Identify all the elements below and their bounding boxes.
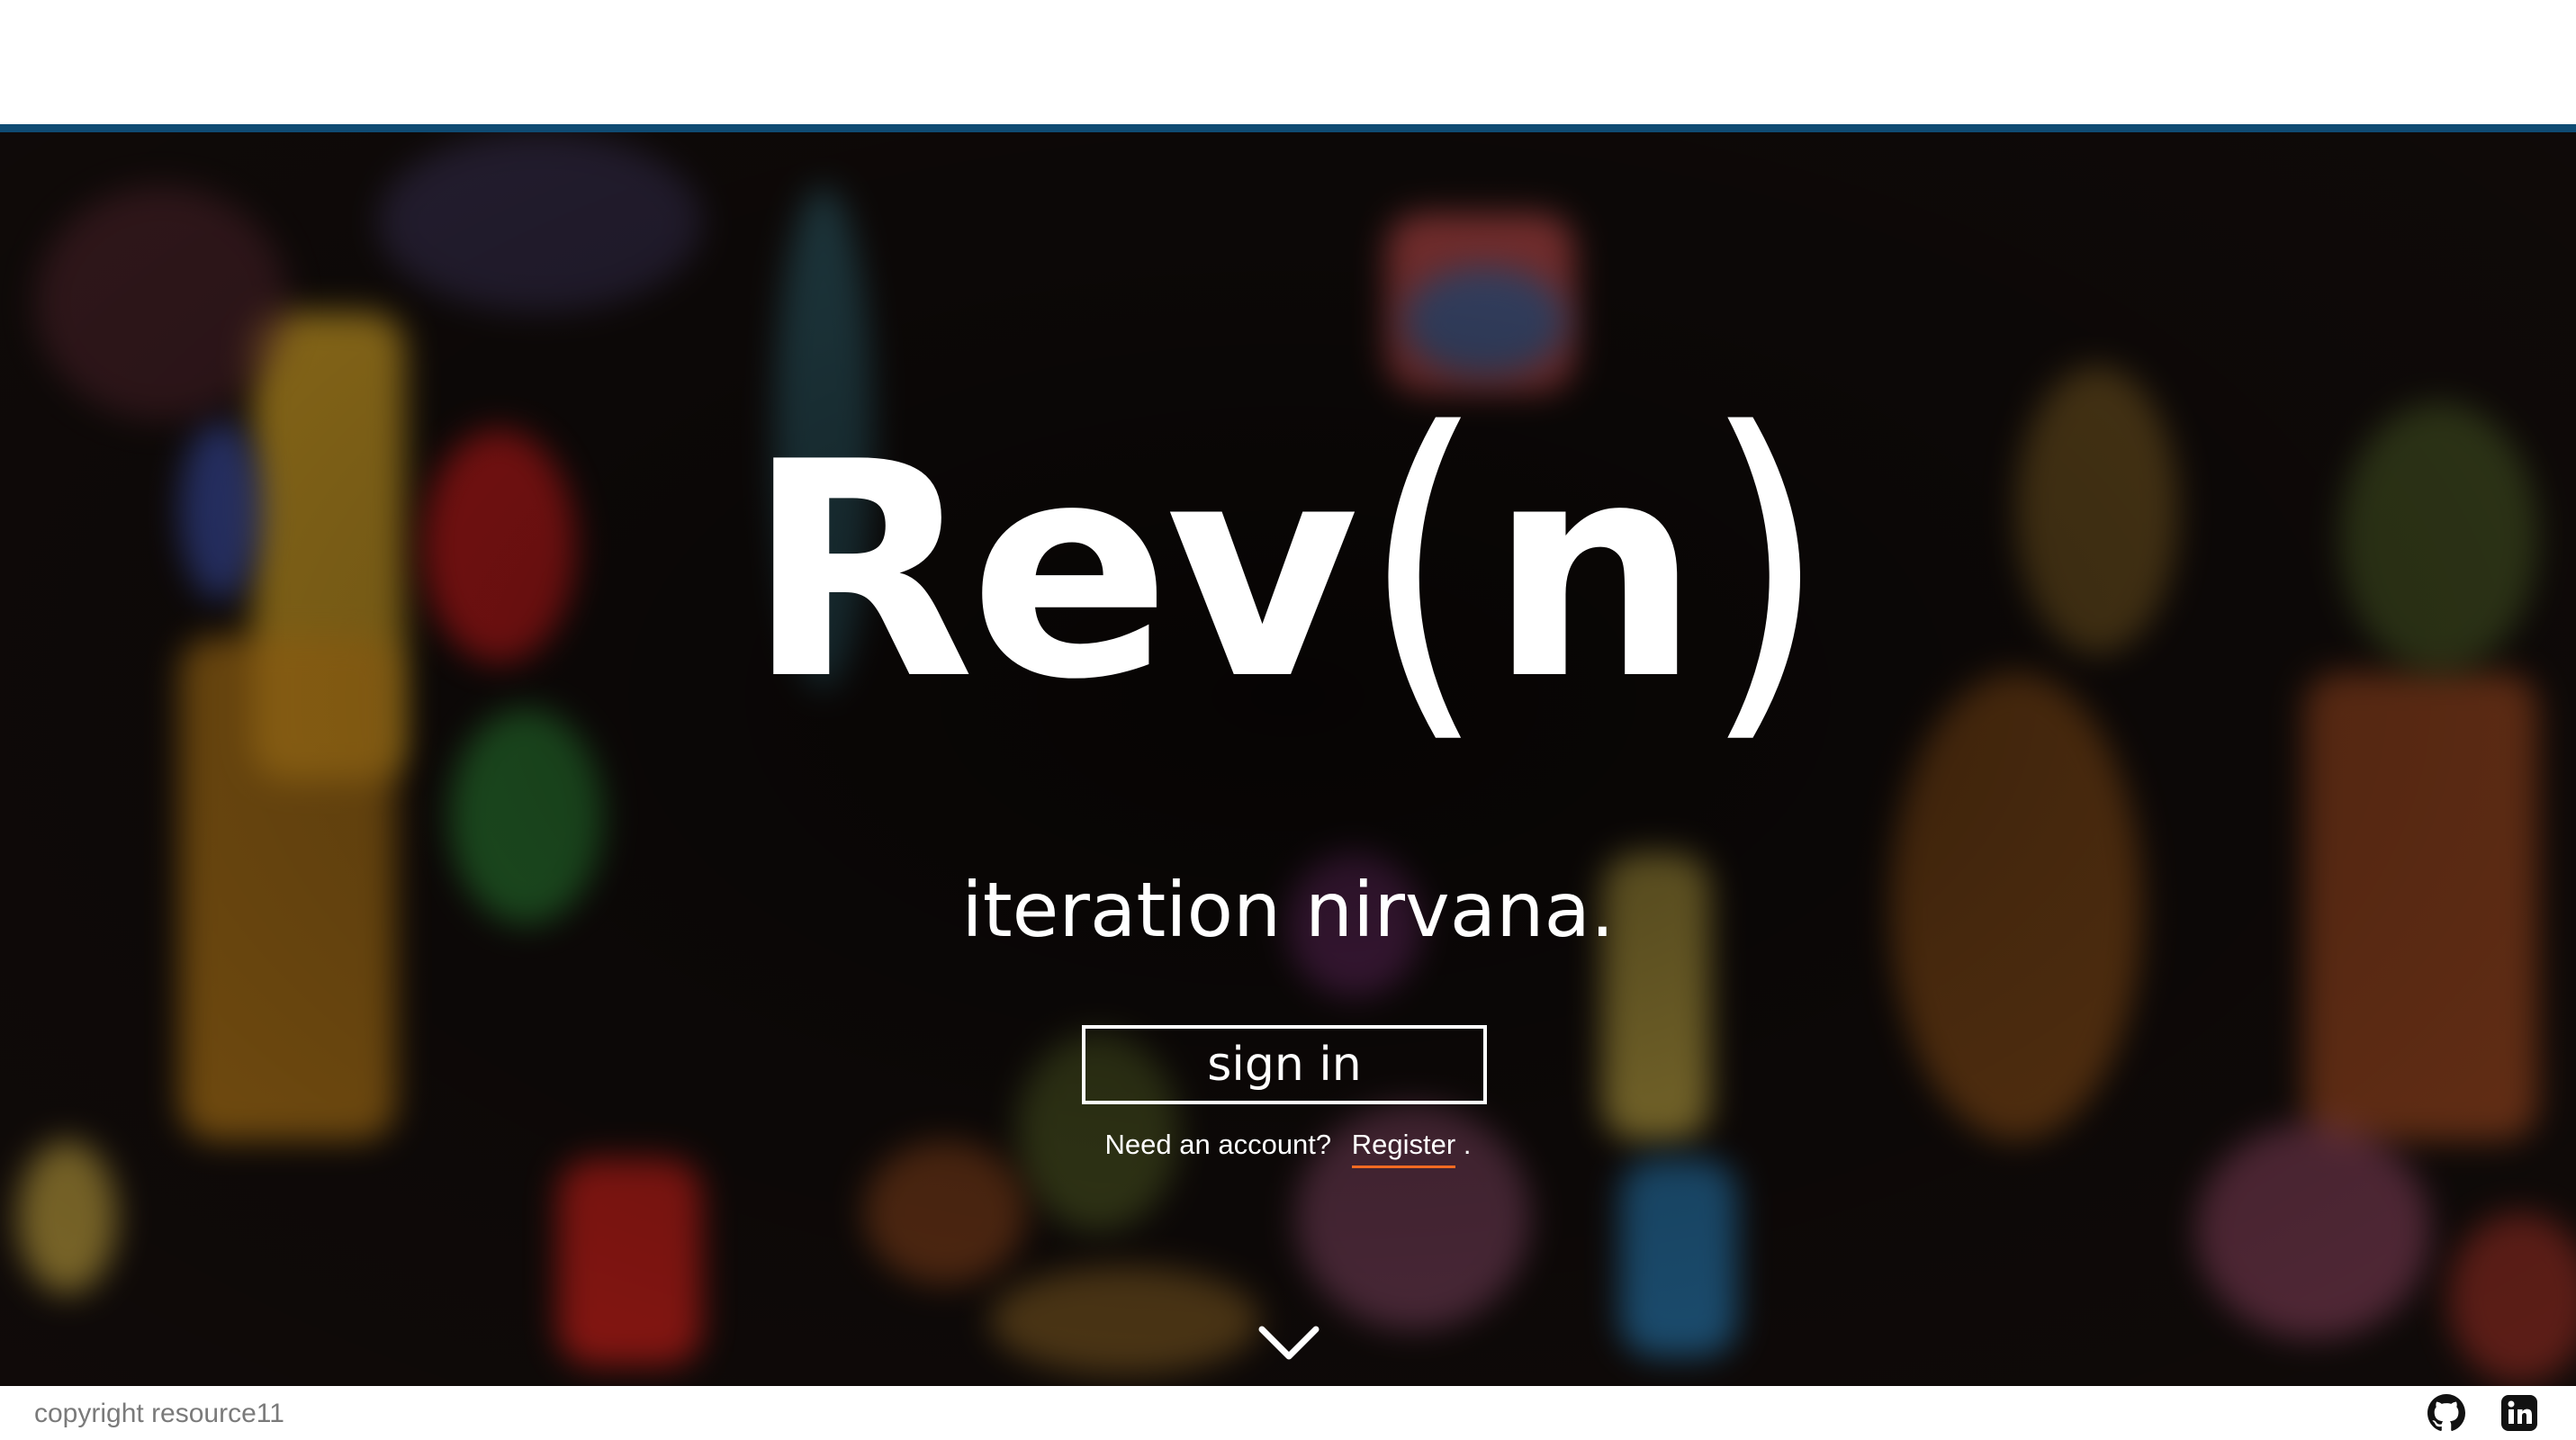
app-logo: Rev(n) [0,371,2576,747]
accent-divider [0,124,2576,132]
tagline: iteration nirvana. [961,866,1615,954]
logo-close-paren: ) [1701,357,1827,776]
github-icon[interactable] [2427,1394,2465,1432]
copyright-text: copyright resource11 [34,1399,284,1428]
sign-in-button[interactable]: sign in [1082,1025,1487,1104]
linkedin-icon[interactable] [2500,1394,2538,1432]
logo-main-text: Rev [745,399,1359,744]
register-suffix: . [1463,1129,1472,1160]
page: Rev(n) iteration nirvana. sign in Need a… [0,0,2576,1440]
hero-section: Rev(n) iteration nirvana. sign in Need a… [0,132,2576,1386]
register-link[interactable]: Register [1351,1129,1456,1168]
hero-overlay [0,132,2576,1386]
logo-open-paren: ( [1360,357,1486,776]
footer: copyright resource11 [0,1386,2576,1440]
top-bar [0,0,2576,124]
chevron-down-icon[interactable] [1256,1320,1321,1364]
need-account-text: Need an account? [1104,1129,1332,1160]
logo-letter: n [1489,399,1700,744]
register-prompt: Need an account? Register . [0,1129,2576,1168]
